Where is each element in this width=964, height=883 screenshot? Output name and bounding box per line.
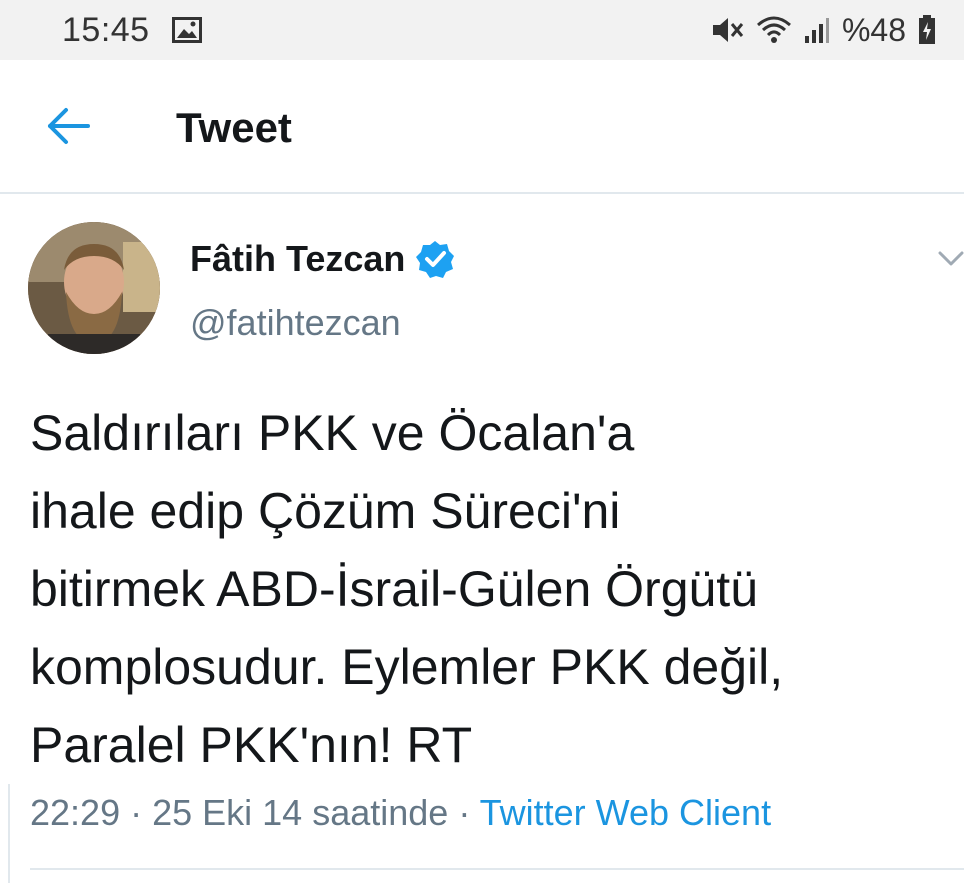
author-name[interactable]: Fâtih Tezcan xyxy=(190,238,455,280)
tweet-date: 25 Eki 14 saatinde xyxy=(152,792,449,833)
divider xyxy=(30,868,964,870)
tweet-meta: 22:29 · 25 Eki 14 saatinde · Twitter Web… xyxy=(30,792,771,834)
tweet-time: 22:29 xyxy=(30,792,121,833)
signal-icon xyxy=(804,18,829,43)
mute-icon xyxy=(712,18,744,42)
wifi-icon xyxy=(756,16,791,43)
verified-badge-icon xyxy=(416,241,455,278)
status-icons: %48 xyxy=(710,12,936,49)
chevron-down-icon[interactable] xyxy=(936,248,964,270)
status-time: 15:45 xyxy=(62,10,150,49)
author-name-label: Fâtih Tezcan xyxy=(190,238,406,279)
tweet-text: Saldırıları PKK ve Öcalan'a ihale edip Ç… xyxy=(30,405,784,773)
avatar[interactable] xyxy=(28,222,160,354)
tweet: Fâtih Tezcan @fatihtezcan Saldırıları PK… xyxy=(0,196,964,883)
meta-separator: · xyxy=(120,792,153,833)
meta-separator: · xyxy=(448,792,480,833)
status-bar: 15:45 %48 xyxy=(0,0,964,60)
tweet-source-link[interactable]: Twitter Web Client xyxy=(480,792,771,833)
battery-percent: %48 xyxy=(841,11,906,48)
app-header: Tweet xyxy=(0,60,964,194)
arrow-left-icon[interactable] xyxy=(44,106,92,146)
divider xyxy=(8,784,10,883)
page-title: Tweet xyxy=(176,104,292,151)
image-icon xyxy=(171,17,202,43)
author-handle[interactable]: @fatihtezcan xyxy=(190,302,401,344)
battery-icon xyxy=(919,15,935,44)
